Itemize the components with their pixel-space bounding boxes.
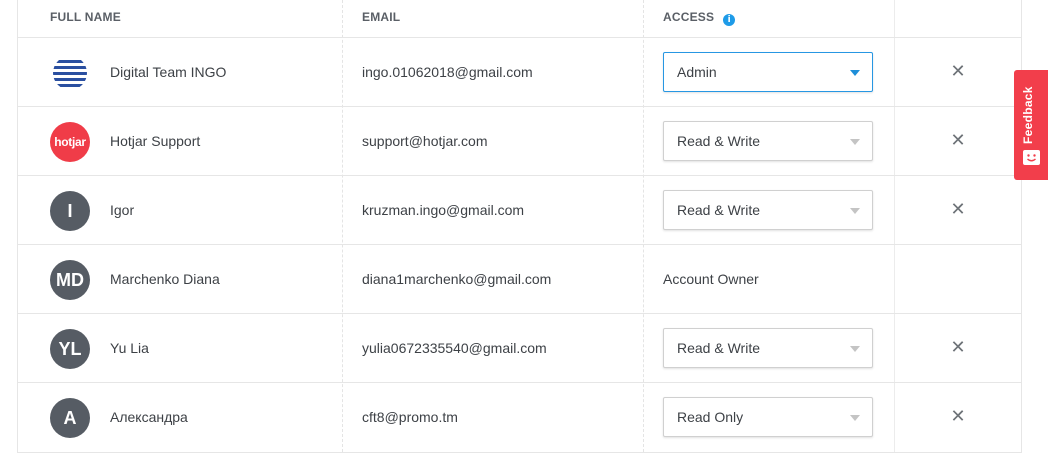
member-name: Александра <box>110 409 188 425</box>
info-icon[interactable]: i <box>723 14 736 26</box>
access-select-value: Read Only <box>677 409 744 425</box>
header-access-label: ACCESS <box>663 10 715 24</box>
member-name: Igor <box>110 202 135 218</box>
avatar: YL <box>50 329 90 369</box>
avatar: I <box>50 191 90 231</box>
header-email: EMAIL <box>362 10 401 24</box>
table-header: FULL NAME EMAIL ACCESS i <box>18 0 1021 38</box>
access-select[interactable]: Admin <box>663 52 873 92</box>
access-select[interactable]: Read & Write <box>663 328 873 368</box>
chevron-down-icon <box>850 139 860 145</box>
smiley-icon <box>1023 150 1040 165</box>
chevron-down-icon <box>850 70 860 76</box>
member-name: Yu Lia <box>110 340 149 356</box>
member-email: diana1marchenko@gmail.com <box>362 271 552 287</box>
table-row: MD Marchenko Diana diana1marchenko@gmail… <box>18 245 1021 314</box>
feedback-tab-button[interactable]: Feedback <box>1014 70 1048 180</box>
avatar: A <box>50 398 90 438</box>
feedback-label: Feedback <box>1021 86 1035 144</box>
remove-member-button[interactable]: ✕ <box>948 200 968 220</box>
member-name: Digital Team INGO <box>110 64 227 80</box>
access-select-value: Admin <box>677 64 717 80</box>
header-access: ACCESS i <box>663 10 736 26</box>
table-row: YL Yu Lia yulia0672335540@gmail.com Read… <box>18 314 1021 383</box>
access-select[interactable]: Read & Write <box>663 121 873 161</box>
remove-member-button[interactable]: ✕ <box>948 407 968 427</box>
chevron-down-icon <box>850 346 860 352</box>
access-select[interactable]: Read & Write <box>663 190 873 230</box>
member-email: ingo.01062018@gmail.com <box>362 64 533 80</box>
header-full-name: FULL NAME <box>50 10 121 24</box>
avatar: hotjar <box>50 122 90 162</box>
remove-member-button[interactable]: ✕ <box>948 131 968 151</box>
member-name: Marchenko Diana <box>110 271 220 287</box>
table-row: I Igor kruzman.ingo@gmail.com Read & Wri… <box>18 176 1021 245</box>
access-role-text: Account Owner <box>663 271 759 287</box>
access-select-value: Read & Write <box>677 202 760 218</box>
chevron-down-icon <box>850 208 860 214</box>
remove-member-button[interactable]: ✕ <box>948 62 968 82</box>
chevron-down-icon <box>850 415 860 421</box>
avatar: MD <box>50 260 90 300</box>
table-row: hotjar Hotjar Support support@hotjar.com… <box>18 107 1021 176</box>
member-name: Hotjar Support <box>110 133 201 149</box>
member-email: support@hotjar.com <box>362 133 488 149</box>
access-select[interactable]: Read Only <box>663 397 873 437</box>
member-email: yulia0672335540@gmail.com <box>362 340 547 356</box>
access-select-value: Read & Write <box>677 340 760 356</box>
table-row: A Александра cft8@promo.tm Read Only ✕ <box>18 383 1021 452</box>
remove-member-button[interactable]: ✕ <box>948 338 968 358</box>
member-email: cft8@promo.tm <box>362 409 458 425</box>
company-logo-icon <box>53 60 87 87</box>
table-row: Digital Team INGO ingo.01062018@gmail.co… <box>18 38 1021 107</box>
member-email: kruzman.ingo@gmail.com <box>362 202 525 218</box>
avatar <box>50 53 90 93</box>
team-members-table: FULL NAME EMAIL ACCESS i Digital Team ING… <box>17 0 1022 453</box>
access-select-value: Read & Write <box>677 133 760 149</box>
